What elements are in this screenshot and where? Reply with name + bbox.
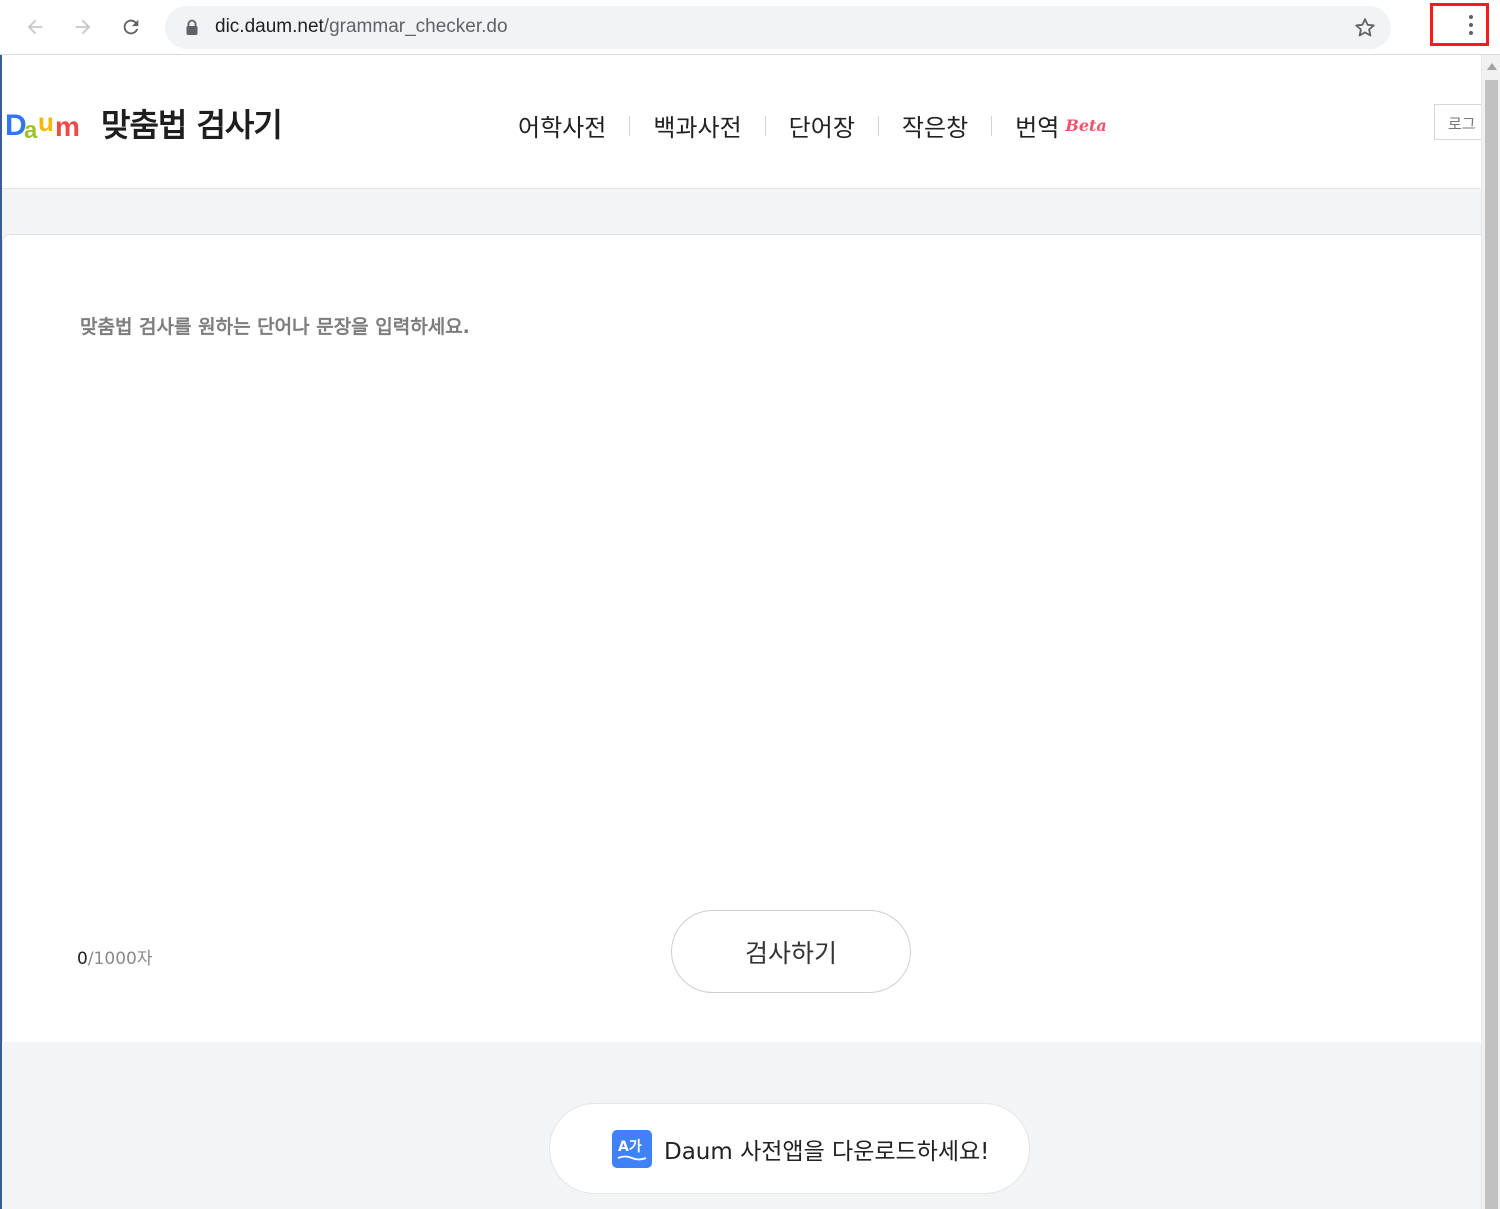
forward-arrow-icon[interactable] xyxy=(66,10,100,44)
logo-letter-u: u xyxy=(38,107,54,137)
app-icon-text: A가 xyxy=(618,1138,642,1155)
scroll-thumb[interactable] xyxy=(1485,80,1498,1209)
daum-logo[interactable]: D a u m xyxy=(5,107,89,141)
nav-item-wordbook[interactable]: 단어장 xyxy=(789,108,855,143)
nav-item-encyclopedia[interactable]: 백과사전 xyxy=(653,108,741,143)
nav-item-mini-window[interactable]: 작은창 xyxy=(902,108,968,143)
back-arrow-icon[interactable] xyxy=(18,10,52,44)
beta-badge: Beta xyxy=(1065,116,1107,135)
service-title[interactable]: 맞춤법 검사기 xyxy=(101,100,283,146)
nav-item-language-dictionary[interactable]: 어학사전 xyxy=(518,108,606,143)
browser-toolbar: dic.daum.net/grammar_checker.do xyxy=(0,0,1500,55)
reload-icon[interactable] xyxy=(114,10,148,44)
app-download-banner[interactable]: A가 Daum 사전앱을 다운로드하세요! xyxy=(549,1103,1030,1194)
wave-icon xyxy=(617,1155,647,1160)
star-icon[interactable] xyxy=(1353,16,1377,40)
dictionary-app-icon: A가 xyxy=(612,1129,652,1168)
nav-separator xyxy=(877,115,879,136)
global-nav: 어학사전 백과사전 단어장 작은창 번역 Beta xyxy=(518,108,1107,143)
app-banner-text: Daum 사전앱을 다운로드하세요! xyxy=(664,1138,990,1165)
address-bar[interactable]: dic.daum.net/grammar_checker.do xyxy=(165,6,1391,49)
url-text: dic.daum.net/grammar_checker.do xyxy=(215,16,508,38)
url-host: dic.daum.net xyxy=(215,16,324,37)
logo-letter-a: a xyxy=(24,117,38,141)
kebab-menu-icon xyxy=(1468,14,1473,35)
scroll-up-arrow-icon[interactable] xyxy=(1487,63,1497,70)
nav-item-translate-label: 번역 xyxy=(1015,114,1060,142)
nav-separator xyxy=(764,115,766,136)
editor-placeholder: 맞춤법 검사를 원하는 단어나 문장을 입력하세요. xyxy=(80,316,470,338)
nav-item-translate[interactable]: 번역 Beta xyxy=(1015,108,1107,143)
page-scrollbar[interactable] xyxy=(1481,55,1500,1209)
nav-separator xyxy=(629,115,631,136)
char-count-current: 0 xyxy=(77,949,88,969)
char-counter: 0/1000자 xyxy=(77,944,152,969)
grammar-editor[interactable]: 맞춤법 검사를 원하는 단어나 문장을 입력하세요. 0/1000자 검사하기 xyxy=(2,234,1481,1042)
lock-icon xyxy=(186,19,198,35)
char-count-max: /1000자 xyxy=(87,949,153,969)
nav-separator xyxy=(991,115,993,136)
url-path: /grammar_checker.do xyxy=(323,16,508,37)
site-header: D a u m 맞춤법 검사기 어학사전 백과사전 단어장 작은창 번역 Beta… xyxy=(2,56,1494,189)
logo-letter-m: m xyxy=(55,111,80,141)
kebab-menu-button[interactable] xyxy=(1430,3,1489,46)
check-button[interactable]: 검사하기 xyxy=(671,910,911,993)
